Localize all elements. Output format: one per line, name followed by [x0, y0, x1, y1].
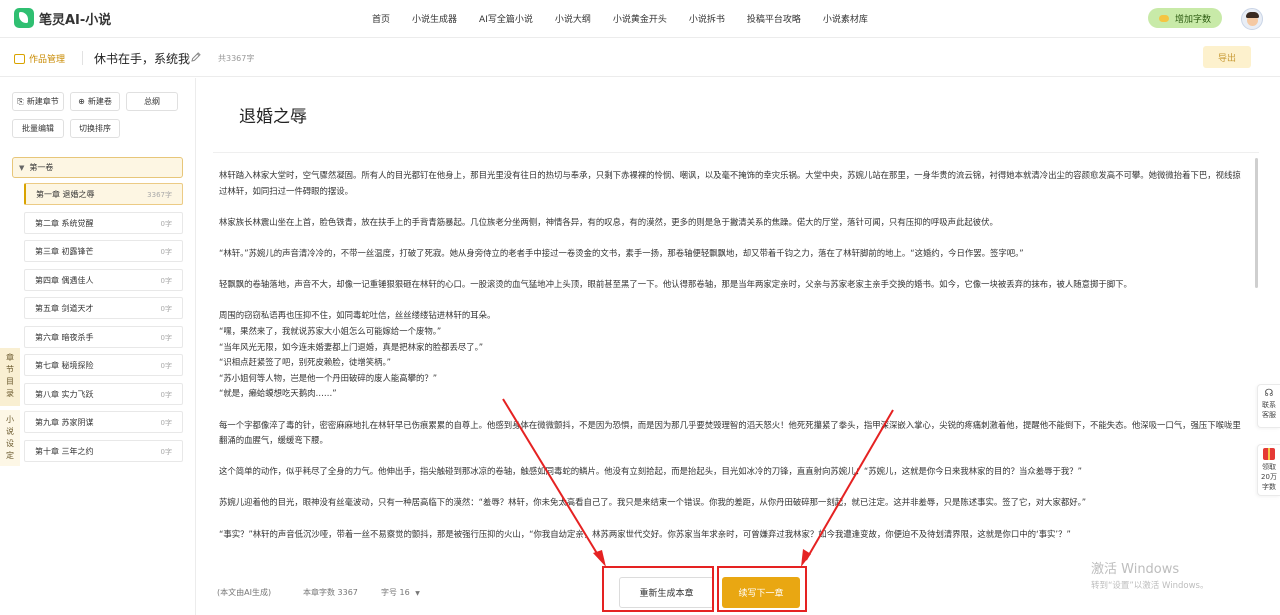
gift-icon — [1263, 448, 1275, 460]
watermark-line-2: 转到“设置”以激活 Windows。 — [1091, 581, 1209, 591]
arrow-left-head — [593, 550, 606, 567]
contact-service-button[interactable]: ☊ 联系客服 — [1257, 384, 1280, 428]
claim-words-button[interactable]: 领取20万字数 — [1257, 444, 1280, 496]
arrow-right-line — [805, 409, 894, 561]
annotation-arrows — [502, 398, 894, 567]
arrow-left-line — [502, 398, 602, 561]
windows-activation-watermark: 激活 Windows 转到“设置”以激活 Windows。 — [1091, 558, 1208, 591]
claim-words-label: 领取20万字数 — [1261, 463, 1277, 491]
headset-icon: ☊ — [1264, 388, 1274, 399]
watermark-line-1: 激活 Windows — [1091, 562, 1180, 577]
contact-service-label: 联系客服 — [1262, 401, 1276, 419]
arrow-right-head — [801, 549, 811, 567]
